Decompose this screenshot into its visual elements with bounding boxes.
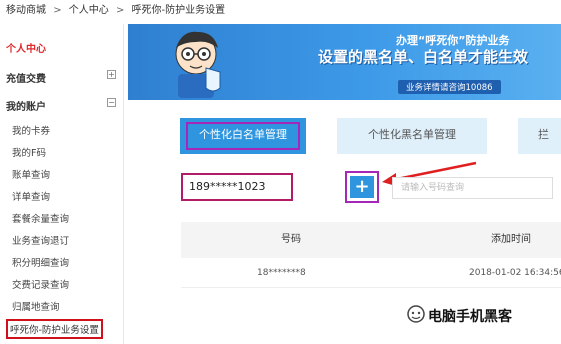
sidebar-item-call-protection[interactable]: 呼死你-防护业务设置 — [6, 319, 103, 339]
search-input[interactable]: 请输入号码查询 — [392, 177, 553, 199]
tab-intercept[interactable]: 拦 — [518, 118, 561, 154]
column-header-number: 号码 — [281, 234, 301, 245]
sidebar-group-label: 充值交费 — [6, 74, 46, 85]
highlight-frame — [186, 122, 300, 150]
table-row: 18*******8 2018-01-02 16:34:56 — [181, 258, 561, 288]
tab-intercept-label: 拦 — [538, 128, 549, 141]
breadcrumb-separator: > — [115, 5, 125, 16]
expand-icon[interactable]: + — [107, 70, 116, 79]
collapse-icon[interactable]: − — [107, 98, 116, 107]
sidebar-group-my-account[interactable]: 我的账户 − — [6, 98, 116, 113]
sidebar-item-package-balance[interactable]: 套餐余量查询 — [12, 211, 69, 225]
watermark-logo-icon — [407, 305, 425, 323]
promo-banner: 办理“呼死你”防护业务 设置的黑名单、白名单才能生效 业务详情请咨询10086 — [128, 24, 561, 100]
sidebar-item-location-query[interactable]: 归属地查询 — [12, 299, 60, 313]
breadcrumb-personal-center-link[interactable]: 个人中心 — [69, 5, 109, 16]
breadcrumb-current-page: 呼死你-防护业务设置 — [131, 5, 226, 16]
breadcrumb-home-link[interactable]: 移动商城 — [6, 5, 46, 16]
sidebar-group-recharge[interactable]: 充值交费 + — [6, 70, 116, 85]
sidebar-item-payment-records[interactable]: 交费记录查询 — [12, 277, 69, 291]
sidebar: 个人中心 充值交费 + 我的账户 − 我的卡券 我的F码 账单查询 详单查询 套… — [0, 24, 124, 344]
breadcrumb: 移动商城 > 个人中心 > 呼死你-防护业务设置 — [0, 0, 561, 22]
banner-footnote: 业务详情请咨询10086 — [398, 80, 501, 94]
phone-number-input[interactable]: 189*****1023 — [181, 173, 293, 201]
sidebar-item-my-f-code[interactable]: 我的F码 — [12, 145, 46, 159]
cell-time: 2018-01-02 16:34:56 — [469, 268, 561, 278]
table-header: 号码 添加时间 — [181, 222, 561, 258]
tab-whitelist[interactable]: 个性化白名单管理 — [180, 118, 306, 154]
sidebar-item-service-query[interactable]: 业务查询退订 — [12, 233, 69, 247]
cartoon-character-icon — [175, 31, 221, 98]
watermark-text: 电脑手机黑客 — [428, 309, 512, 325]
banner-main-text: 设置的黑名单、白名单才能生效 — [318, 48, 529, 66]
sidebar-item-my-coupons[interactable]: 我的卡券 — [12, 123, 50, 137]
sidebar-item-detail-query[interactable]: 详单查询 — [12, 189, 50, 203]
breadcrumb-separator: > — [53, 5, 62, 16]
sidebar-item-bill-query[interactable]: 账单查询 — [12, 167, 50, 181]
tab-blacklist-label: 个性化黑名单管理 — [368, 128, 456, 141]
add-button[interactable]: + — [350, 176, 374, 198]
tab-blacklist[interactable]: 个性化黑名单管理 — [337, 118, 487, 154]
cell-number: 18*******8 — [257, 268, 306, 278]
sidebar-group-label: 我的账户 — [6, 102, 46, 113]
sidebar-title: 个人中心 — [6, 44, 46, 55]
sidebar-item-points-detail[interactable]: 积分明细查询 — [12, 255, 69, 269]
column-header-time: 添加时间 — [491, 234, 531, 245]
